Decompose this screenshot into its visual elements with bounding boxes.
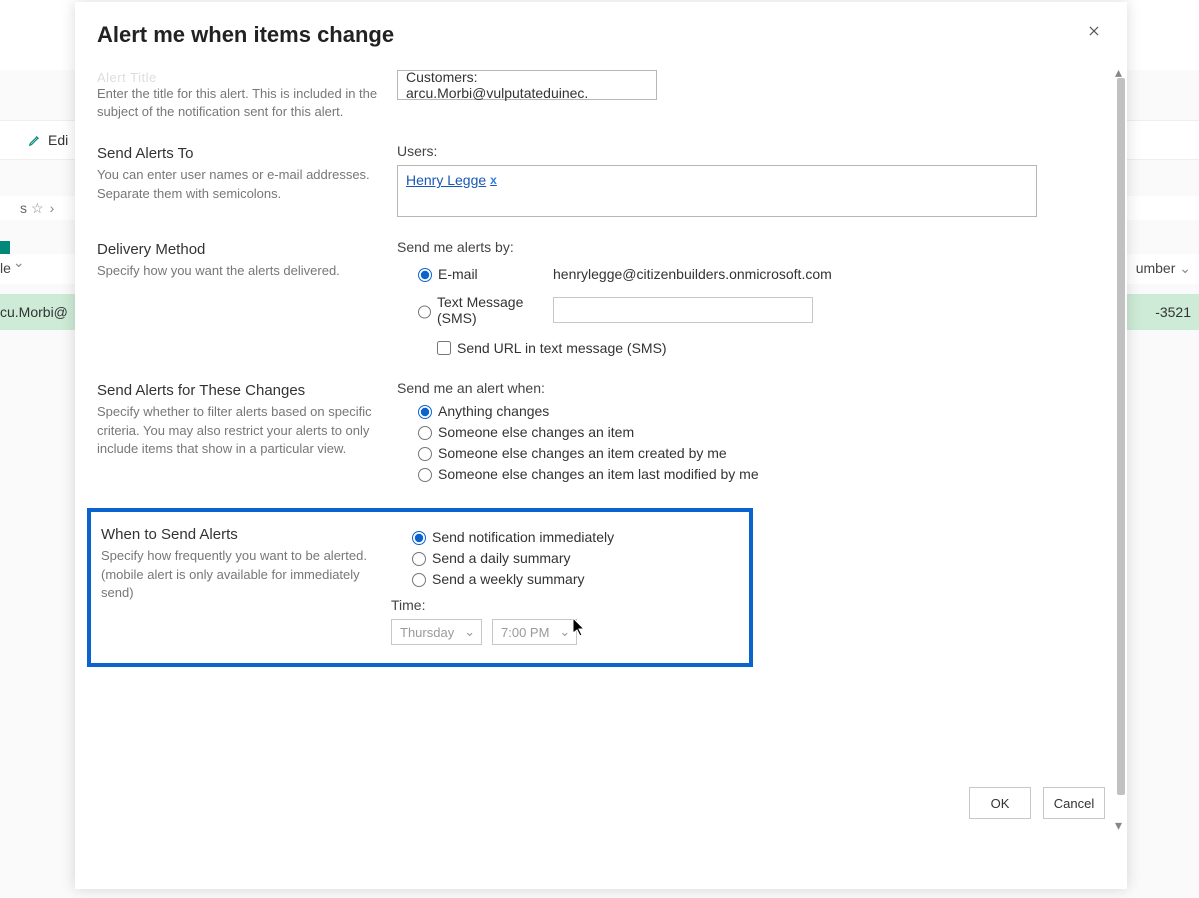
edit-label: Edi: [48, 132, 68, 148]
day-select[interactable]: Thursday ⌄: [391, 619, 482, 645]
section-alert-title: Alert Title Enter the title for this ale…: [97, 62, 1093, 121]
user-chip[interactable]: Henry Legge x: [406, 172, 497, 188]
hour-select[interactable]: 7:00 PM ⌄: [492, 619, 577, 645]
chevron-down-icon: ⌄: [13, 254, 25, 284]
close-icon: [1087, 24, 1101, 38]
scroll-down-icon[interactable]: ▾: [1115, 817, 1125, 827]
radio-change-2[interactable]: Someone else changes an item created by …: [413, 444, 1093, 461]
remove-user-icon[interactable]: x: [490, 173, 497, 187]
section-title-faded: Alert Title: [97, 70, 381, 85]
scroll-up-icon[interactable]: ▴: [1115, 64, 1125, 74]
radio-email-input[interactable]: [418, 268, 432, 282]
radio-sms-input[interactable]: [418, 305, 431, 319]
highlight-when-section: When to Send Alerts Specify how frequent…: [87, 508, 753, 667]
delivery-group-label: Send me alerts by:: [397, 239, 1093, 255]
close-button[interactable]: [1083, 20, 1105, 42]
users-label: Users:: [397, 143, 1093, 159]
alert-title-desc: Enter the title for this alert. This is …: [97, 85, 381, 121]
radio-when-0[interactable]: Send notification immediately: [407, 528, 739, 545]
scrollbar-thumb[interactable]: [1117, 78, 1125, 795]
section-delivery: Delivery Method Specify how you want the…: [97, 239, 1093, 358]
email-value: henrylegge@citizenbuilders.onmicrosoft.c…: [553, 266, 1093, 282]
chevron-down-icon: ⌄: [559, 624, 570, 640]
radio-change-3[interactable]: Someone else changes an item last modifi…: [413, 465, 1093, 482]
send-to-title: Send Alerts To: [97, 145, 381, 162]
row-number: -3521: [1155, 304, 1191, 320]
radio-sms[interactable]: Text Message (SMS): [413, 294, 553, 326]
alert-dialog: Alert me when items change Alert Title E…: [75, 2, 1127, 889]
edit-button[interactable]: Edi: [28, 132, 68, 148]
ok-button[interactable]: OK: [969, 787, 1031, 819]
row-email: cu.Morbi@: [0, 304, 68, 320]
col-le[interactable]: le: [0, 254, 11, 284]
radio-when-1[interactable]: Send a daily summary: [407, 549, 739, 566]
alert-title-input[interactable]: Customers: arcu.Morbi@vulputateduinec.: [397, 70, 657, 100]
time-label: Time:: [391, 597, 739, 613]
url-checkbox-input[interactable]: [437, 341, 451, 355]
delivery-title: Delivery Method: [97, 241, 381, 258]
section-changes: Send Alerts for These Changes Specify wh…: [97, 380, 1093, 486]
scrollbar[interactable]: ▴ ▾: [1115, 64, 1125, 827]
cancel-button[interactable]: Cancel: [1043, 787, 1105, 819]
dialog-body: Alert Title Enter the title for this ale…: [75, 62, 1115, 829]
changes-group-label: Send me an alert when:: [397, 380, 1093, 396]
url-checkbox[interactable]: Send URL in text message (SMS): [433, 338, 1093, 358]
send-to-desc: You can enter user names or e-mail addre…: [97, 166, 381, 202]
radio-email[interactable]: E-mail: [413, 265, 553, 282]
section-when: When to Send Alerts Specify how frequent…: [101, 524, 739, 645]
dialog-footer: OK Cancel: [969, 787, 1105, 819]
section-send-to: Send Alerts To You can enter user names …: [97, 143, 1093, 217]
dialog-title: Alert me when items change: [97, 22, 394, 48]
changes-desc: Specify whether to filter alerts based o…: [97, 403, 381, 458]
when-title: When to Send Alerts: [101, 526, 375, 543]
users-input[interactable]: Henry Legge x: [397, 165, 1037, 217]
sms-input[interactable]: [553, 297, 813, 323]
delivery-desc: Specify how you want the alerts delivere…: [97, 262, 381, 280]
star-icon[interactable]: ☆: [31, 200, 44, 217]
changes-title: Send Alerts for These Changes: [97, 382, 381, 399]
radio-change-1[interactable]: Someone else changes an item: [413, 423, 1093, 440]
dialog-header: Alert me when items change: [75, 2, 1127, 56]
col-number[interactable]: umber: [1136, 260, 1176, 276]
pencil-icon: [28, 133, 42, 147]
radio-when-2[interactable]: Send a weekly summary: [407, 570, 739, 587]
chevron-down-icon: ⌄: [1179, 260, 1191, 276]
when-desc: Specify how frequently you want to be al…: [101, 547, 375, 602]
chevron-down-icon: ⌄: [464, 624, 475, 640]
chevron-right-icon: ›: [50, 200, 55, 216]
radio-change-0[interactable]: Anything changes: [413, 402, 1093, 419]
